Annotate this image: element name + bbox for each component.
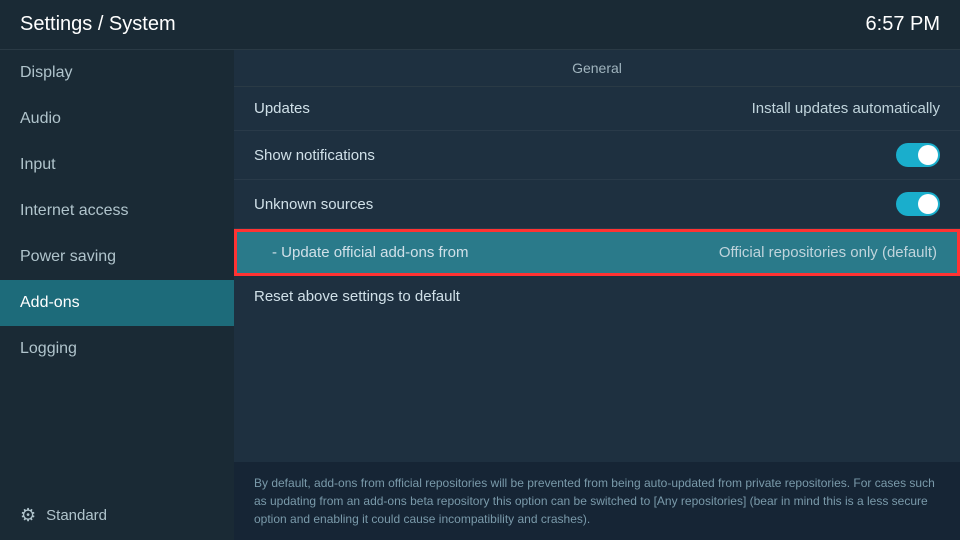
sidebar-item-display[interactable]: Display xyxy=(0,50,234,96)
reset-row[interactable]: Reset above settings to default xyxy=(234,276,960,317)
sidebar-item-audio[interactable]: Audio xyxy=(0,96,234,142)
updates-value: Install updates automatically xyxy=(752,100,940,117)
footer-text: By default, add-ons from official reposi… xyxy=(254,476,935,526)
sidebar-footer: ⚙ Standard xyxy=(0,491,234,540)
update-official-addons-value: Official repositories only (default) xyxy=(719,244,937,261)
reset-label: Reset above settings to default xyxy=(254,288,460,305)
updates-label: Updates xyxy=(254,100,310,117)
settings-row-updates[interactable]: Updates Install updates automatically xyxy=(234,87,960,131)
sidebar-item-internet-access[interactable]: Internet access xyxy=(0,188,234,234)
header: Settings / System 6:57 PM xyxy=(0,0,960,50)
update-official-addons-label: - Update official add-ons from xyxy=(272,244,469,261)
main-content: Display Audio Input Internet access Powe… xyxy=(0,50,960,540)
sidebar: Display Audio Input Internet access Powe… xyxy=(0,50,234,540)
sidebar-footer-label: Standard xyxy=(46,507,107,524)
page-title: Settings / System xyxy=(20,13,176,36)
settings-row-update-official-addons[interactable]: - Update official add-ons from Official … xyxy=(234,229,960,276)
content-footer: By default, add-ons from official reposi… xyxy=(234,462,960,540)
sidebar-item-power-saving[interactable]: Power saving xyxy=(0,234,234,280)
show-notifications-label: Show notifications xyxy=(254,147,375,164)
content-body: General Updates Install updates automati… xyxy=(234,50,960,462)
sidebar-item-input[interactable]: Input xyxy=(0,142,234,188)
sidebar-item-add-ons[interactable]: Add-ons xyxy=(0,280,234,326)
sidebar-item-logging[interactable]: Logging xyxy=(0,326,234,372)
unknown-sources-toggle[interactable] xyxy=(896,192,940,216)
settings-row-show-notifications[interactable]: Show notifications xyxy=(234,131,960,180)
sidebar-nav: Display Audio Input Internet access Powe… xyxy=(0,50,234,372)
unknown-sources-label: Unknown sources xyxy=(254,196,373,213)
section-header: General xyxy=(234,50,960,87)
clock: 6:57 PM xyxy=(866,13,940,36)
gear-icon: ⚙ xyxy=(20,505,36,526)
content-area: General Updates Install updates automati… xyxy=(234,50,960,540)
show-notifications-toggle[interactable] xyxy=(896,143,940,167)
settings-row-unknown-sources[interactable]: Unknown sources xyxy=(234,180,960,229)
